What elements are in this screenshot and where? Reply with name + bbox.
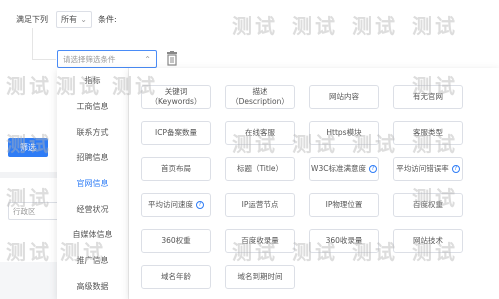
option-label: IP物理位置 xyxy=(325,199,363,209)
category-item[interactable]: 招聘信息 xyxy=(57,145,128,171)
category-item[interactable]: 工商信息 xyxy=(57,94,128,120)
chevron-down-icon: ⌄ xyxy=(80,14,87,24)
section-divider xyxy=(0,172,60,178)
option-chip[interactable]: 百度权重 xyxy=(393,193,463,217)
option-sublabel: （Description） xyxy=(231,97,289,106)
option-label: 平均访问错误率 xyxy=(396,163,449,173)
option-chip[interactable]: 360收录量 xyxy=(309,229,379,253)
option-label: 在线客服 xyxy=(245,127,275,137)
filter-header: 满足下列 所有 ⌄ 条件: xyxy=(16,10,117,28)
option-chip[interactable]: 平均访问错误率? xyxy=(393,157,463,181)
option-label: 网站内容 xyxy=(329,91,359,101)
label-match-prefix: 满足下列 xyxy=(16,14,48,24)
option-label: ICP备案数量 xyxy=(155,127,197,137)
watermark-text: 测试 xyxy=(352,14,398,38)
watermark-text: 测试 xyxy=(292,14,338,38)
watermark-text: 测试 xyxy=(6,240,52,264)
option-chip[interactable]: 描述 （Description） xyxy=(225,85,295,109)
option-label: 描述 xyxy=(252,86,268,96)
condition-select[interactable]: 请选择筛选条件 ⌃ xyxy=(57,50,157,68)
category-item[interactable]: 高级数据 xyxy=(57,274,128,299)
option-chip[interactable]: 在线客服 xyxy=(225,121,295,145)
category-item[interactable]: 联系方式 xyxy=(57,119,128,145)
condition-placeholder: 请选择筛选条件 xyxy=(63,54,116,64)
match-mode-value: 所有 xyxy=(61,14,77,24)
option-label: 域名到期时间 xyxy=(237,271,283,281)
tree-connector xyxy=(32,28,56,60)
label-conditions: 条件: xyxy=(98,14,117,24)
option-chip[interactable]: IP物理位置 xyxy=(309,193,379,217)
option-label: 有无官网 xyxy=(413,91,443,101)
category-item[interactable]: 推广信息 xyxy=(57,248,128,274)
option-chip[interactable]: 域名到期时间 xyxy=(225,265,295,289)
option-chip[interactable]: 域名年龄 xyxy=(141,265,211,289)
option-chip[interactable]: 首页布局 xyxy=(141,157,211,181)
option-label: 360收录量 xyxy=(325,235,363,245)
option-label: 网站技术 xyxy=(413,235,443,245)
option-label: Https模块 xyxy=(326,127,362,137)
option-chip[interactable]: IP运营节点 xyxy=(225,193,295,217)
category-item[interactable]: 经营状况 xyxy=(57,196,128,222)
question-circle-icon[interactable]: ? xyxy=(451,165,460,173)
option-chip[interactable]: 网站技术 xyxy=(393,229,463,253)
option-chip[interactable]: 关键词 （Keywords） xyxy=(141,85,211,109)
option-chip[interactable]: Https模块 xyxy=(309,121,379,145)
category-menu: 指标 工商信息 联系方式 招聘信息 官网信息 经营状况 自媒体信息 推广信息 高级数据 xyxy=(57,68,129,299)
watermark-text: 测试 xyxy=(232,14,278,38)
option-chip[interactable]: 客服类型 xyxy=(393,121,463,145)
option-chip[interactable]: 平均访问速度? xyxy=(141,193,211,217)
option-chip[interactable]: 百度收录量 xyxy=(225,229,295,253)
option-label: 百度权重 xyxy=(413,199,443,209)
question-circle-icon[interactable]: ? xyxy=(368,165,377,173)
option-label: 客服类型 xyxy=(413,127,443,137)
option-label: 标题（Title） xyxy=(236,163,284,173)
category-item[interactable]: 指标 xyxy=(57,68,128,94)
match-mode-select[interactable]: 所有 ⌄ xyxy=(56,10,92,28)
option-chip[interactable]: ICP备案数量 xyxy=(141,121,211,145)
option-label: 关键词 xyxy=(164,86,188,96)
category-item[interactable]: 官网信息 xyxy=(57,171,128,197)
filter-button[interactable]: 筛选 xyxy=(8,138,48,157)
option-label: 首页布局 xyxy=(161,163,191,173)
option-sublabel: （Keywords） xyxy=(150,97,202,106)
watermark-text: 测试 xyxy=(412,14,458,38)
option-chip[interactable]: 360权重 xyxy=(141,229,211,253)
table-header-strip xyxy=(0,262,65,299)
option-label: 域名年龄 xyxy=(161,271,191,281)
options-panel: 关键词 （Keywords） 描述 （Description） 网站内容 有无官网 ICP备… xyxy=(129,68,499,299)
option-label: 平均访问速度 xyxy=(148,199,193,209)
region-select[interactable]: 行政区 xyxy=(8,202,60,220)
option-label: W3C标准满意度 xyxy=(311,163,366,173)
watermark-text: 测试 xyxy=(6,74,52,98)
trash-icon[interactable] xyxy=(165,51,179,66)
chevron-up-icon: ⌃ xyxy=(144,54,151,64)
option-chip[interactable]: 标题（Title） xyxy=(225,157,295,181)
option-chip[interactable]: 网站内容 xyxy=(309,85,379,109)
option-chip[interactable]: W3C标准满意度? xyxy=(309,157,379,181)
question-circle-icon[interactable]: ? xyxy=(196,201,204,209)
option-chip[interactable]: 有无官网 xyxy=(393,85,463,109)
category-item[interactable]: 自媒体信息 xyxy=(57,222,128,248)
option-label: 360权重 xyxy=(161,235,191,245)
option-label: 百度收录量 xyxy=(241,235,279,245)
option-label: IP运营节点 xyxy=(241,199,279,209)
